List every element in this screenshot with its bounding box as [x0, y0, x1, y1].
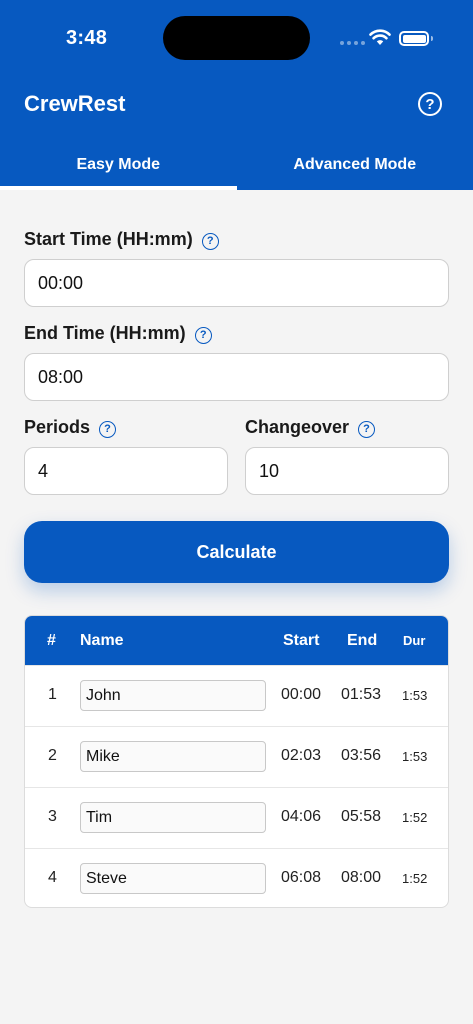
help-icon[interactable]: ? — [418, 92, 442, 116]
table-row: 4 06:08 08:00 1:52 — [25, 848, 448, 907]
periods-help-icon[interactable]: ? — [99, 420, 117, 438]
status-bar: 3:48 — [0, 0, 473, 80]
app: 3:48 CrewRest ? Easy Mode Advanced Mode … — [0, 0, 473, 1024]
end-time-label-text: End Time (HH:mm) — [24, 323, 186, 343]
status-time: 3:48 — [66, 27, 108, 49]
row-end: 03:56 — [341, 747, 382, 764]
start-time-input[interactable] — [24, 259, 449, 307]
header-name: Name — [80, 632, 124, 649]
row-dur: 1:53 — [402, 688, 428, 703]
row-num: 1 — [48, 686, 57, 703]
table-header: # Name Start End Dur — [25, 616, 448, 665]
periods-input[interactable] — [24, 447, 228, 495]
start-time-label-text: Start Time (HH:mm) — [24, 229, 193, 249]
table-row: 2 02:03 03:56 1:53 — [25, 726, 448, 787]
table-row: 1 00:00 01:53 1:53 — [25, 665, 448, 726]
table-row: 3 04:06 05:58 1:52 — [25, 787, 448, 848]
header-end: End — [347, 632, 378, 649]
dynamic-island — [163, 16, 310, 60]
status-icons — [340, 28, 435, 48]
battery-tip — [431, 36, 433, 41]
name-input[interactable] — [80, 741, 266, 772]
row-start: 02:03 — [281, 747, 322, 764]
changeover-label-text: Changeover — [245, 417, 350, 437]
app-title: CrewRest — [24, 91, 126, 116]
header-start: Start — [283, 632, 320, 649]
start-time-help-icon[interactable]: ? — [201, 232, 219, 250]
row-num: 2 — [48, 747, 57, 764]
name-input[interactable] — [80, 802, 266, 833]
header: 3:48 CrewRest ? Easy Mode Advanced Mode — [0, 0, 473, 190]
row-dur: 1:53 — [402, 749, 428, 764]
results-table: # Name Start End Dur 1 00:00 01:53 1:53 … — [24, 615, 449, 908]
wifi-icon — [369, 29, 391, 45]
header-dur: Dur — [403, 633, 426, 648]
row-num: 4 — [48, 869, 57, 886]
periods-label-text: Periods — [24, 417, 91, 437]
tab-advanced-mode[interactable]: Advanced Mode — [237, 140, 473, 190]
end-time-help-icon[interactable]: ? — [194, 326, 212, 344]
changeover-help-icon[interactable]: ? — [358, 420, 376, 438]
periods-label: Periods ? — [24, 417, 117, 438]
row-dur: 1:52 — [402, 871, 428, 886]
mode-tabs: Easy Mode Advanced Mode — [0, 140, 473, 190]
row-dur: 1:52 — [402, 810, 428, 825]
row-num: 3 — [48, 808, 57, 825]
cellular-signal-icon — [340, 41, 365, 45]
name-input[interactable] — [80, 680, 266, 711]
row-end: 05:58 — [341, 808, 382, 825]
tab-easy-mode[interactable]: Easy Mode — [0, 140, 237, 190]
row-start: 00:00 — [281, 686, 322, 703]
row-start: 06:08 — [281, 869, 322, 886]
battery-icon — [399, 31, 429, 46]
end-time-input[interactable] — [24, 353, 449, 401]
calculate-button[interactable]: Calculate — [24, 521, 449, 583]
end-time-label: End Time (HH:mm) ? — [24, 323, 212, 344]
name-input[interactable] — [80, 863, 266, 894]
changeover-label: Changeover ? — [245, 417, 376, 438]
row-start: 04:06 — [281, 808, 322, 825]
row-end: 08:00 — [341, 869, 382, 886]
changeover-input[interactable] — [245, 447, 449, 495]
start-time-label: Start Time (HH:mm) ? — [24, 229, 219, 250]
header-num: # — [47, 632, 56, 649]
row-end: 01:53 — [341, 686, 382, 703]
